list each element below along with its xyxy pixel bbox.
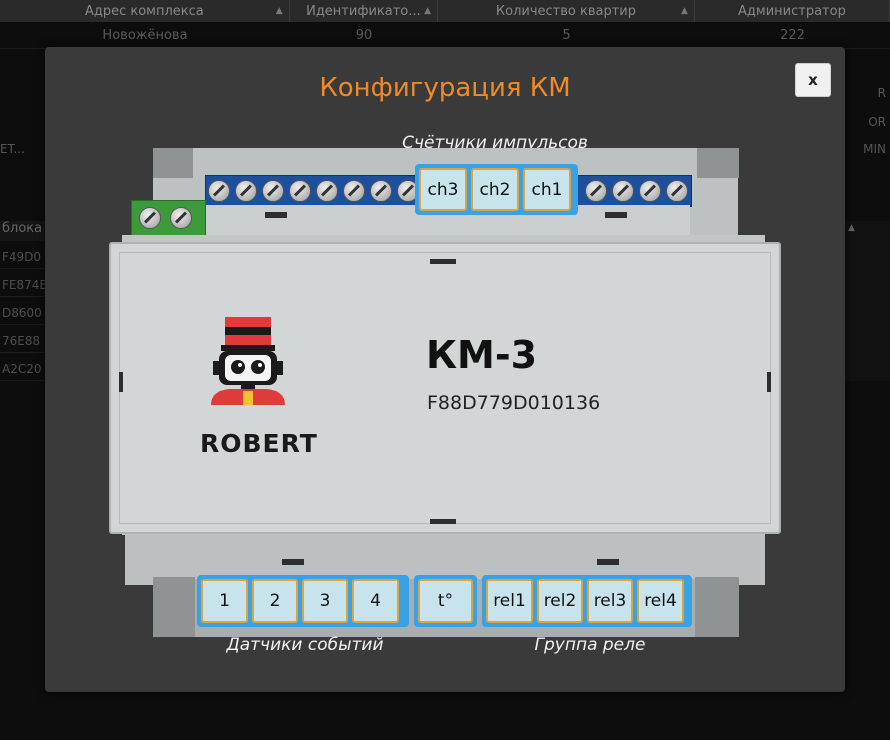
config-modal: Конфигурация КМ x Счётчики импульсов ROB… bbox=[45, 47, 845, 692]
temperature-sensor[interactable]: t° bbox=[418, 579, 473, 623]
list-item[interactable]: FE874B bbox=[0, 274, 48, 297]
column-header-id[interactable]: Идентификато... ▲ bbox=[290, 0, 439, 22]
column-header-block[interactable]: блока bbox=[0, 221, 48, 241]
relay-rel3[interactable]: rel3 bbox=[587, 579, 633, 623]
screw-icon bbox=[585, 180, 607, 202]
screw-icon bbox=[666, 180, 688, 202]
table-cell-partial: R bbox=[877, 86, 886, 100]
brand-label: ROBERT bbox=[200, 429, 318, 458]
sensor-4[interactable]: 4 bbox=[352, 579, 399, 623]
temperature-group: t° bbox=[414, 575, 477, 627]
vent-slot bbox=[119, 372, 123, 392]
table-row[interactable]: Новожёнова 90 5 222 bbox=[0, 22, 890, 49]
screw-icon bbox=[235, 180, 257, 202]
screw-icon bbox=[612, 180, 634, 202]
channel-ch1[interactable]: ch1 bbox=[523, 168, 571, 211]
header-label: Идентификато... bbox=[306, 3, 421, 19]
vent-slot bbox=[430, 519, 456, 524]
screw-icon bbox=[139, 207, 161, 229]
device-serial: F88D779D010136 bbox=[427, 392, 601, 414]
vent-slot bbox=[265, 212, 287, 218]
table-cell-partial: OR bbox=[868, 115, 886, 129]
screw-icon bbox=[208, 180, 230, 202]
header-label: Администратор bbox=[738, 3, 846, 19]
list-item[interactable]: 76E88 bbox=[0, 330, 48, 353]
screw-icon bbox=[316, 180, 338, 202]
sort-icon[interactable]: ▲ bbox=[848, 223, 855, 233]
modal-title: Конфигурация КМ bbox=[319, 73, 571, 103]
device-model: КМ-3 bbox=[426, 333, 538, 377]
robert-mascot-icon bbox=[211, 317, 285, 405]
column-header-admin[interactable]: Администратор bbox=[695, 0, 890, 22]
relay-caption: Группа реле bbox=[534, 635, 646, 655]
table-side-column: ▲ bbox=[844, 221, 890, 381]
sensor-2[interactable]: 2 bbox=[252, 579, 298, 623]
screw-icon bbox=[370, 180, 392, 202]
table-cell-partial: ET... bbox=[0, 142, 25, 156]
vent-slot bbox=[282, 559, 304, 565]
relay-rel2[interactable]: rel2 bbox=[537, 579, 583, 623]
table-cell: 222 bbox=[780, 27, 805, 43]
close-button[interactable]: x bbox=[795, 63, 831, 97]
list-item[interactable]: A2C20 bbox=[0, 358, 48, 381]
list-item[interactable]: D8600 bbox=[0, 302, 48, 325]
sensor-3[interactable]: 3 bbox=[302, 579, 348, 623]
device-bottom-left-foot bbox=[153, 577, 195, 637]
event-sensors-group: 1 2 3 4 bbox=[197, 575, 409, 627]
table-header: Адрес комплекса ▲ Идентификато... ▲ Количе… bbox=[0, 0, 890, 22]
channel-ch2[interactable]: ch2 bbox=[471, 168, 519, 211]
relay-rel1[interactable]: rel1 bbox=[486, 579, 533, 623]
list-item[interactable]: F49D0 bbox=[0, 246, 48, 269]
channel-ch3[interactable]: ch3 bbox=[419, 168, 467, 211]
column-header-address[interactable]: Адрес комплекса ▲ bbox=[0, 0, 290, 22]
table-cell: Новожёнова bbox=[102, 27, 188, 43]
sort-icon: ▲ bbox=[680, 6, 688, 16]
device-top-left-foot bbox=[153, 148, 193, 178]
sensor-1[interactable]: 1 bbox=[201, 579, 248, 623]
vent-slot bbox=[605, 212, 627, 218]
sort-icon: ▲ bbox=[424, 6, 432, 16]
screw-icon bbox=[289, 180, 311, 202]
background-table: Адрес комплекса ▲ Идентификато... ▲ Количе… bbox=[0, 0, 890, 49]
screw-icon bbox=[262, 180, 284, 202]
counters-group: ch3 ch2 ch1 bbox=[415, 164, 578, 215]
relay-rel4[interactable]: rel4 bbox=[637, 579, 684, 623]
screw-icon bbox=[170, 207, 192, 229]
table-cell: 90 bbox=[355, 27, 373, 43]
events-caption: Датчики событий bbox=[226, 635, 384, 655]
header-label: Адрес комплекса bbox=[84, 3, 204, 19]
table-cell-partial: MIN bbox=[863, 142, 886, 156]
device-top-right-foot bbox=[697, 148, 739, 178]
vent-slot bbox=[597, 559, 619, 565]
header-label: Количество квартир bbox=[495, 3, 636, 19]
column-header-flats[interactable]: Количество квартир ▲ bbox=[438, 0, 695, 22]
table-cell: 5 bbox=[562, 27, 571, 43]
vent-slot bbox=[430, 259, 456, 264]
relay-group: rel1 rel2 rel3 rel4 bbox=[482, 575, 692, 627]
screw-icon bbox=[343, 180, 365, 202]
device-bottom-right-foot bbox=[695, 577, 739, 637]
vent-slot bbox=[767, 372, 771, 392]
screw-icon bbox=[639, 180, 661, 202]
sort-icon: ▲ bbox=[275, 6, 283, 16]
